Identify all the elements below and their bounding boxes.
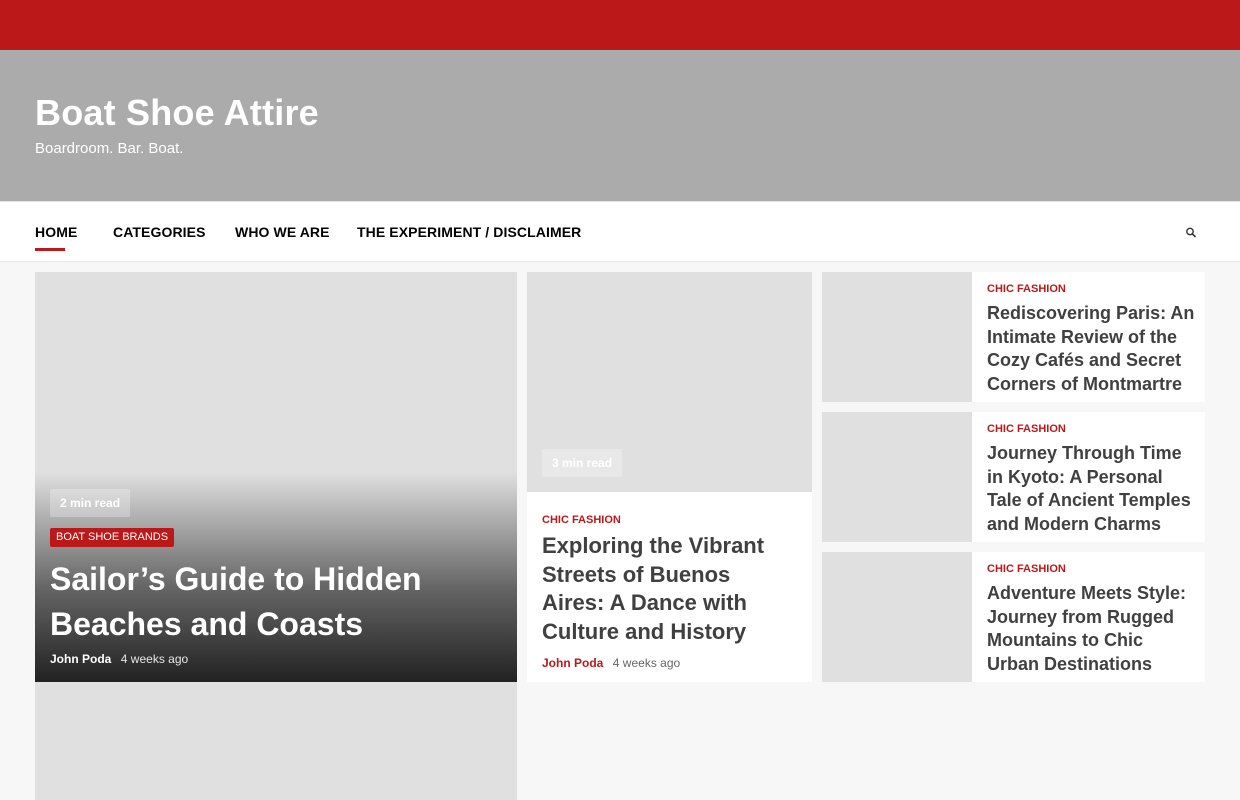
author-link[interactable]: John Poda	[50, 652, 111, 666]
search-icon	[1186, 227, 1196, 238]
nav-item-experiment-disclaimer[interactable]: THE EXPERIMENT / DISCLAIMER	[357, 224, 581, 240]
nav-item-label: THE EXPERIMENT / DISCLAIMER	[357, 224, 582, 240]
list-item[interactable]: CHIC FASHION Adventure Meets Style: Jour…	[822, 552, 1205, 682]
article-meta: John Poda 4 weeks ago	[542, 654, 680, 672]
nav-item-home[interactable]: HOME	[35, 224, 78, 251]
search-button[interactable]	[1180, 222, 1202, 244]
list-item[interactable]: CHIC FASHION Rediscovering Paris: An Int…	[822, 272, 1205, 402]
site-branding: Boat Shoe Attire Boardroom. Bar. Boat.	[0, 50, 1240, 201]
article-card[interactable]: 3 min read CHIC FASHION Exploring the Vi…	[527, 272, 812, 682]
article-title[interactable]: Exploring the Vibrant Streets of Buenos …	[542, 532, 797, 646]
list-item[interactable]: CHIC FASHION Journey Through Time in Kyo…	[822, 412, 1205, 542]
nav-item-label: HOME	[35, 224, 78, 240]
read-time-badge: 2 min read	[50, 489, 131, 517]
article-thumbnail[interactable]	[822, 272, 972, 402]
article-title[interactable]: Rediscovering Paris: An Intimate Review …	[987, 302, 1197, 396]
site-tagline: Boardroom. Bar. Boat.	[35, 140, 184, 157]
category-link[interactable]: CHIC FASHION	[987, 423, 1066, 435]
article-thumbnail[interactable]	[822, 412, 972, 542]
post-time: 4 weeks ago	[612, 656, 681, 670]
nav-item-label: WHO WE ARE	[235, 224, 330, 240]
featured-article-card[interactable]: 2 min read BOAT SHOE BRANDS Sailor’s Gui…	[35, 272, 517, 682]
post-time: 4 weeks ago	[120, 652, 189, 666]
category-link[interactable]: CHIC FASHION	[987, 563, 1066, 575]
article-meta: John Poda 4 weeks ago	[50, 650, 188, 668]
article-title[interactable]: Journey Through Time in Kyoto: A Persona…	[987, 442, 1197, 536]
nav-item-label: CATEGORIES	[113, 224, 206, 240]
top-bar	[0, 0, 1240, 50]
category-link[interactable]: CHIC FASHION	[542, 514, 621, 526]
read-time-badge: 3 min read	[542, 449, 623, 477]
category-link[interactable]: CHIC FASHION	[987, 283, 1066, 295]
article-title[interactable]: Adventure Meets Style: Journey from Rugg…	[987, 582, 1197, 676]
article-thumbnail[interactable]	[822, 552, 972, 682]
active-nav-indicator	[35, 248, 65, 251]
nav-item-categories[interactable]: CATEGORIES	[113, 224, 206, 240]
category-tag[interactable]: BOAT SHOE BRANDS	[50, 528, 175, 547]
nav-item-who-we-are[interactable]: WHO WE ARE	[235, 224, 330, 240]
author-link[interactable]: John Poda	[542, 656, 603, 670]
site-title[interactable]: Boat Shoe Attire	[35, 92, 319, 134]
main-navigation: HOME CATEGORIES WHO WE ARE THE EXPERIMEN…	[0, 201, 1240, 262]
article-title[interactable]: Sailor’s Guide to Hidden Beaches and Coa…	[50, 557, 490, 647]
article-thumbnail[interactable]	[35, 682, 517, 800]
